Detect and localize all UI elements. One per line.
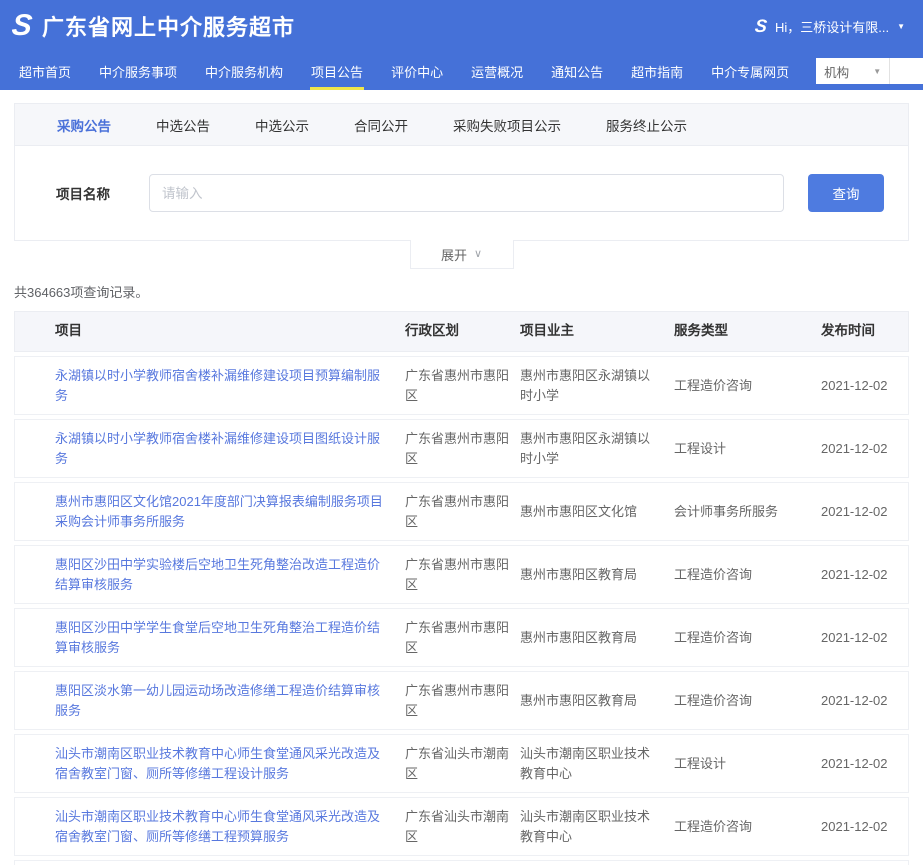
column-header-region: 行政区划 (405, 321, 520, 341)
announcement-tabs: 采购公告 中选公告 中选公示 合同公开 采购失败项目公示 服务终止公示 (15, 104, 908, 146)
user-menu[interactable]: S Hi，三桥设计有限... ▼ (755, 17, 905, 36)
service-type-cell: 工程造价咨询 (674, 817, 821, 837)
owner-cell: 惠州市惠阳区永湖镇以时小学 (520, 366, 674, 405)
service-type-cell: 工程设计 (674, 439, 821, 459)
publish-date-cell: 2021-12-02 (821, 565, 908, 585)
project-link[interactable]: 永湖镇以时小学教师宿舍楼补漏维修建设项目图纸设计服务 (55, 431, 380, 466)
tab-selection-publicity[interactable]: 中选公示 (255, 115, 309, 135)
chevron-down-icon: ∨ (474, 249, 482, 260)
project-link[interactable]: 惠阳区沙田中学实验楼后空地卫生死角整治改造工程造价结算审核服务 (55, 557, 380, 592)
table-row: 汕头市潮南区职业技术教育中心师生食堂通风采光改造及宿舍教室门窗、厕所等修缮工程设… (14, 734, 909, 793)
user-greeting: Hi，三桥设计有限... (775, 17, 889, 36)
site-title: 广东省网上中介服务超市 (42, 10, 295, 42)
owner-cell: 惠州市惠阳区教育局 (520, 628, 674, 648)
query-button[interactable]: 查询 (808, 174, 884, 212)
result-count: 共364663项查询记录。 (14, 282, 909, 301)
tab-service-termination[interactable]: 服务终止公示 (606, 115, 687, 135)
table-row: 永湖镇以时小学教师宿舍楼补漏维修建设项目预算编制服务 广东省惠州市惠阳区 惠州市… (14, 356, 909, 415)
table-row: 惠阳区淡水第一幼儿园运动场改造修缮工程造价结算审核服务 广东省惠州市惠阳区 惠州… (14, 671, 909, 730)
owner-cell: 汕头市潮南区职业技术教育中心 (520, 807, 674, 846)
region-cell: 广东省惠州市惠阳区 (405, 366, 520, 405)
brand: S 广东省网上中介服务超市 (12, 10, 295, 42)
region-cell: 广东省惠州市惠阳区 (405, 618, 520, 657)
chevron-down-icon: ▼ (897, 22, 905, 31)
tab-purchase-announcement[interactable]: 采购公告 (57, 115, 111, 135)
publish-date-cell: 2021-12-02 (821, 439, 908, 459)
region-cell: 广东省惠州市惠阳区 (405, 492, 520, 531)
header-search-input[interactable] (890, 58, 923, 84)
nav-item-agency-pages[interactable]: 中介专属网页 (710, 52, 790, 90)
nav-item-home[interactable]: 超市首页 (18, 52, 72, 90)
nav-item-service-agencies[interactable]: 中介服务机构 (204, 52, 284, 90)
project-link[interactable]: 永湖镇以时小学教师宿舍楼补漏维修建设项目预算编制服务 (55, 368, 380, 403)
service-type-cell: 工程造价咨询 (674, 376, 821, 396)
app-header: S 广东省网上中介服务超市 S Hi，三桥设计有限... ▼ 超市首页 中介服务… (0, 0, 923, 90)
region-cell: 广东省汕头市潮南区 (405, 744, 520, 783)
expand-button[interactable]: 展开 ∨ (410, 240, 514, 269)
owner-cell: 惠州市惠阳区教育局 (520, 691, 674, 711)
publish-date-cell: 2021-12-02 (821, 754, 908, 774)
table-row: 惠阳区沙田中学实验楼后空地卫生死角整治改造工程造价结算审核服务 广东省惠州市惠阳… (14, 545, 909, 604)
column-header-project: 项目 (15, 321, 405, 341)
project-link[interactable]: 惠州市惠阳区文化馆2021年度部门决算报表编制服务项目采购会计师事务所服务 (55, 494, 383, 529)
publish-date-cell: 2021-12-02 (821, 502, 908, 522)
service-type-cell: 工程造价咨询 (674, 691, 821, 711)
project-link[interactable]: 汕头市潮南区职业技术教育中心师生食堂通风采光改造及宿舍教室门窗、厕所等修缮工程设… (55, 746, 380, 781)
expand-label: 展开 (441, 245, 467, 264)
region-cell: 广东省惠州市惠阳区 (405, 681, 520, 720)
publish-date-cell: 2021-12-02 (821, 817, 908, 837)
table-row: 惠州市惠阳区文化馆2021年度部门决算报表编制服务项目采购会计师事务所服务 广东… (14, 482, 909, 541)
project-name-input[interactable] (149, 174, 784, 212)
region-cell: 广东省惠州市惠阳区 (405, 555, 520, 594)
table-header: 项目 行政区划 项目业主 服务类型 发布时间 (14, 311, 909, 352)
nav-item-operation-overview[interactable]: 运营概况 (470, 52, 524, 90)
nav-item-notices[interactable]: 通知公告 (550, 52, 604, 90)
service-type-cell: 工程造价咨询 (674, 628, 821, 648)
nav-item-evaluation-center[interactable]: 评价中心 (390, 52, 444, 90)
project-link[interactable]: 惠阳区淡水第一幼儿园运动场改造修缮工程造价结算审核服务 (55, 683, 380, 718)
table-row: 汕头市潮南区职业技术教育中心师生食堂通风采光改造及宿舍教室门窗、厕所等修缮工程预… (14, 797, 909, 856)
service-type-cell: 会计师事务所服务 (674, 502, 821, 522)
publish-date-cell: 2021-12-02 (821, 376, 908, 396)
table-row: 惠阳区沙田中学学生食堂后空地卫生死角整治工程造价结算审核服务 广东省惠州市惠阳区… (14, 608, 909, 667)
project-name-label: 项目名称 (56, 183, 149, 203)
user-org-icon: S (754, 17, 768, 35)
main-nav: 超市首页 中介服务事项 中介服务机构 项目公告 评价中心 运营概况 通知公告 超… (0, 52, 923, 90)
tab-selection-announcement[interactable]: 中选公告 (156, 115, 210, 135)
owner-cell: 惠州市惠阳区永湖镇以时小学 (520, 429, 674, 468)
table-row: 永湖镇以时小学教师宿舍楼补漏维修建设项目图纸设计服务 广东省惠州市惠阳区 惠州市… (14, 419, 909, 478)
project-link[interactable]: 惠阳区沙田中学学生食堂后空地卫生死角整治工程造价结算审核服务 (55, 620, 380, 655)
filter-form: 项目名称 查询 (15, 146, 908, 240)
column-header-service-type: 服务类型 (674, 321, 821, 341)
publish-date-cell: 2021-12-02 (821, 691, 908, 711)
nav-item-guide[interactable]: 超市指南 (630, 52, 684, 90)
search-category-value: 机构 (824, 62, 849, 81)
project-link[interactable]: 汕头市潮南区职业技术教育中心师生食堂通风采光改造及宿舍教室门窗、厕所等修缮工程预… (55, 809, 380, 844)
region-cell: 广东省汕头市潮南区 (405, 807, 520, 846)
tab-failed-projects[interactable]: 采购失败项目公示 (453, 115, 561, 135)
table-row: 潮南区司马浦镇大布上社区居民委员会大布上小学地面硬化及排水系统建设项目预算服务 … (14, 860, 909, 865)
region-cell: 广东省惠州市惠阳区 (405, 429, 520, 468)
header-search: 机构 ▼ (816, 58, 923, 84)
nav-item-service-matters[interactable]: 中介服务事项 (98, 52, 178, 90)
owner-cell: 惠州市惠阳区教育局 (520, 565, 674, 585)
service-type-cell: 工程造价咨询 (674, 565, 821, 585)
owner-cell: 汕头市潮南区职业技术教育中心 (520, 744, 674, 783)
search-category-select[interactable]: 机构 ▼ (816, 58, 890, 84)
filter-card: 采购公告 中选公告 中选公示 合同公开 采购失败项目公示 服务终止公示 项目名称… (14, 103, 909, 241)
column-header-publish-date: 发布时间 (821, 321, 908, 341)
publish-date-cell: 2021-12-02 (821, 628, 908, 648)
nav-item-project-announcements[interactable]: 项目公告 (310, 52, 364, 90)
owner-cell: 惠州市惠阳区文化馆 (520, 502, 674, 522)
results-table: 项目 行政区划 项目业主 服务类型 发布时间 永湖镇以时小学教师宿舍楼补漏维修建… (14, 311, 909, 865)
tab-contract-disclosure[interactable]: 合同公开 (354, 115, 408, 135)
chevron-down-icon: ▼ (873, 67, 881, 76)
site-logo-icon: S (10, 11, 33, 41)
service-type-cell: 工程设计 (674, 754, 821, 774)
column-header-owner: 项目业主 (520, 321, 674, 341)
